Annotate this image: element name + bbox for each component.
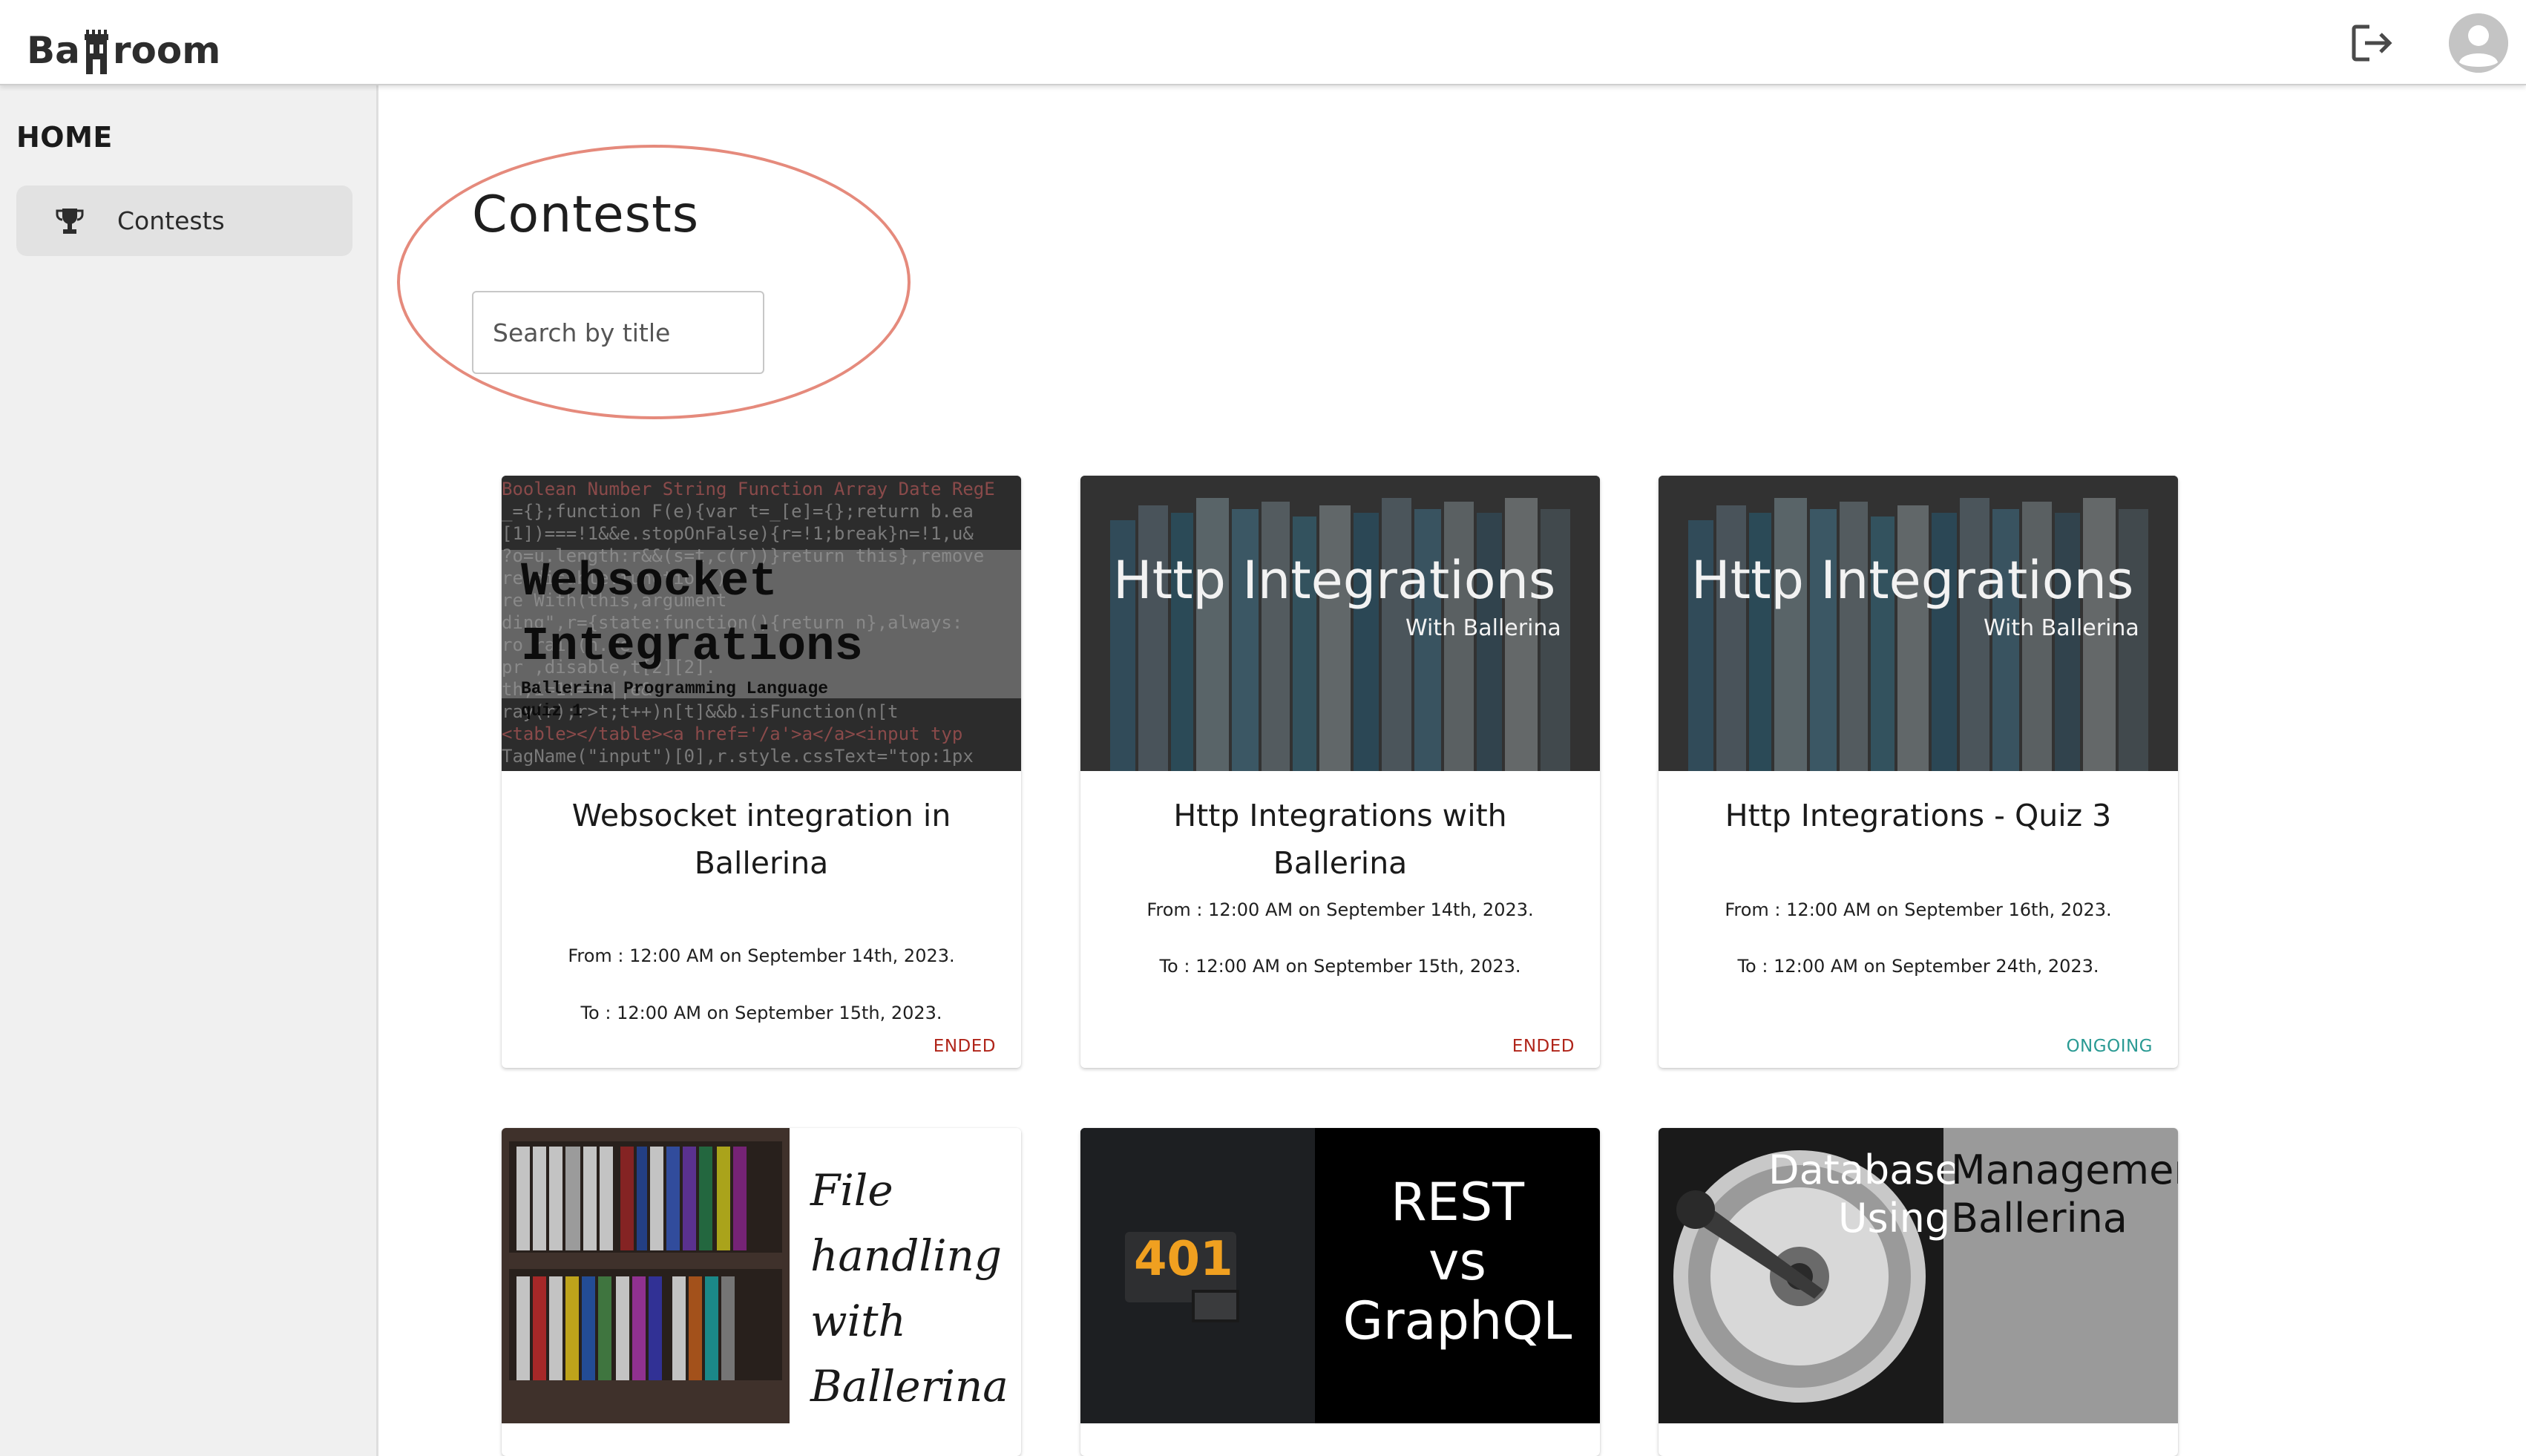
image-line: Ballerina xyxy=(810,1361,1008,1411)
contest-end-date: To : 12:00 AM on September 15th, 2023. xyxy=(580,1003,942,1023)
page-title: Contests xyxy=(472,186,700,244)
image-heading: Http Integrations xyxy=(1691,550,2134,611)
search-input[interactable] xyxy=(472,291,764,374)
image-line: Management xyxy=(1951,1147,2178,1193)
image-subtitle-2: quiz 1 xyxy=(521,701,583,721)
contest-card-image: Http Integrations With Ballerina xyxy=(1080,476,1600,771)
contest-card[interactable]: Boolean Number String Function Array Dat… xyxy=(502,476,1021,1068)
image-line: REST xyxy=(1390,1172,1525,1233)
trophy-icon xyxy=(53,205,86,237)
badge-401: 401 xyxy=(1134,1232,1233,1287)
contest-card[interactable]: 401 REST vs GraphQL xyxy=(1080,1128,1600,1456)
contest-end-date: To : 12:00 AM on September 15th, 2023. xyxy=(1159,956,1521,977)
image-text-block: File handling with Ballerina xyxy=(810,1158,1008,1419)
logout-button[interactable] xyxy=(2342,13,2401,73)
image-heading-2: Integrations xyxy=(521,620,863,674)
contest-start-date: From : 12:00 AM on September 16th, 2023. xyxy=(1725,899,2112,920)
image-text-block: REST vs GraphQL xyxy=(1315,1173,1600,1351)
contest-card-image: File handling with Ballerina xyxy=(502,1128,1021,1423)
contest-card[interactable]: Database Management Using Ballerina xyxy=(1659,1128,2178,1456)
contest-card-image: Boolean Number String Function Array Dat… xyxy=(502,476,1021,771)
contest-card[interactable]: Http Integrations With Ballerina Http In… xyxy=(1659,476,2178,1068)
logout-icon xyxy=(2352,24,2392,62)
image-line: GraphQL xyxy=(1342,1291,1572,1351)
image-subtitle-1: Ballerina Programming Language xyxy=(521,679,829,698)
contest-title: Websocket integration in Ballerina xyxy=(571,798,951,881)
image-line: Ballerina xyxy=(1951,1195,2128,1242)
binders-shelf-illustration xyxy=(502,1128,790,1423)
image-line: File xyxy=(810,1165,893,1216)
contest-card[interactable]: File handling with Ballerina xyxy=(502,1128,1021,1456)
top-app-bar: Ba room xyxy=(0,0,2526,85)
image-line: vs xyxy=(1428,1231,1486,1292)
image-line: with xyxy=(810,1296,906,1346)
contest-start-date: From : 12:00 AM on September 14th, 2023. xyxy=(568,945,955,966)
image-subtitle: With Ballerina xyxy=(1984,615,2139,641)
contest-title: Http Integrations - Quiz 3 xyxy=(1725,798,2112,833)
contest-card-image: Http Integrations With Ballerina xyxy=(1659,476,2178,771)
castle-tower-icon xyxy=(84,30,108,74)
account-circle-icon xyxy=(2449,13,2508,73)
contest-title: Http Integrations with Ballerina xyxy=(1173,798,1507,881)
contest-start-date: From : 12:00 AM on September 14th, 2023. xyxy=(1146,899,1534,920)
ballroom-logo[interactable]: Ba room xyxy=(27,22,220,74)
image-line: Using xyxy=(1838,1195,1951,1242)
logo-text-left: Ba xyxy=(27,29,80,72)
image-heading: Http Integrations xyxy=(1113,550,1556,611)
sidebar: HOME Contests xyxy=(0,85,378,1456)
image-line: Database xyxy=(1768,1147,1960,1193)
status-badge: ENDED xyxy=(1512,1037,1575,1056)
image-subtitle: With Ballerina xyxy=(1405,615,1561,641)
image-line: handling xyxy=(810,1230,1002,1281)
contest-end-date: To : 12:00 AM on September 24th, 2023. xyxy=(1737,956,2099,977)
image-heading-1: Websocket xyxy=(521,556,778,609)
logo-text-right: room xyxy=(112,29,221,72)
sidebar-item-contests[interactable]: Contests xyxy=(16,186,352,256)
contest-card-image: 401 REST vs GraphQL xyxy=(1080,1128,1600,1423)
user-avatar-button[interactable] xyxy=(2449,13,2508,73)
sidebar-heading: HOME xyxy=(16,121,113,154)
contest-card-image: Database Management Using Ballerina xyxy=(1659,1128,2178,1423)
status-badge: ENDED xyxy=(933,1037,996,1056)
sidebar-item-label: Contests xyxy=(117,206,225,235)
contest-card[interactable]: Http Integrations With Ballerina Http In… xyxy=(1080,476,1600,1068)
status-badge: ONGOING xyxy=(2066,1037,2153,1056)
